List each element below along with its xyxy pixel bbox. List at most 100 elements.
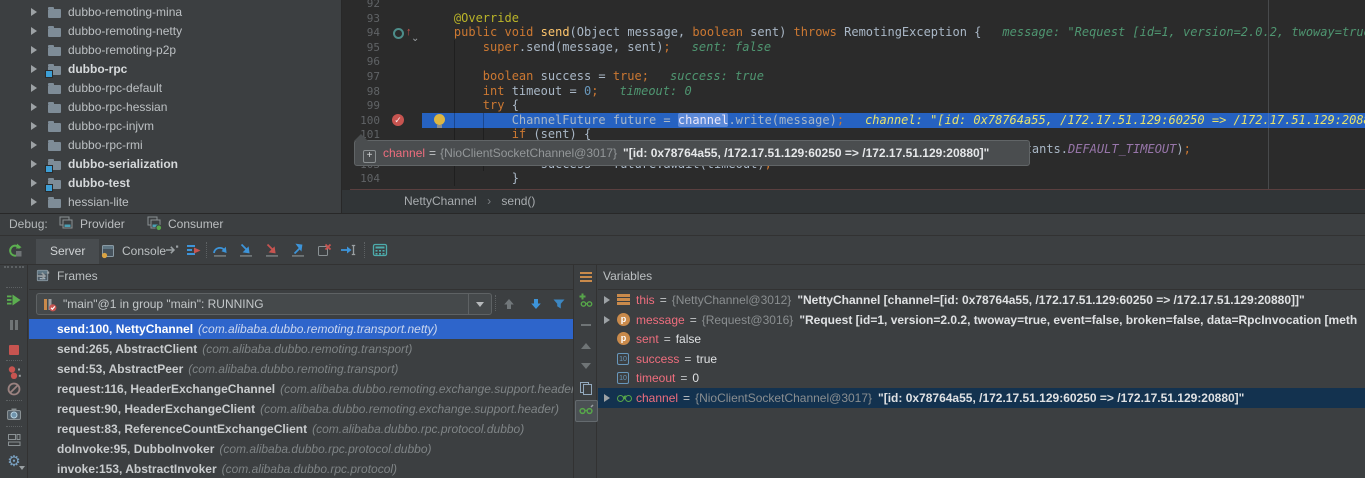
code-editor[interactable]: 9293 @Override94↑ public void send(Objec… (342, 0, 1365, 213)
show-execution-point-icon[interactable] (186, 242, 202, 258)
stack-frame-row[interactable]: send:53, AbstractPeer(com.alibaba.dubbo.… (29, 359, 573, 379)
thread-dump-icon[interactable] (6, 406, 22, 422)
project-tree[interactable]: dubbo-remoting-minadubbo-remoting-nettyd… (0, 0, 342, 213)
line-number[interactable]: 100 (342, 113, 380, 128)
stack-frame-row[interactable]: send:265, AbstractClient(com.alibaba.dub… (29, 339, 573, 359)
step-out-icon[interactable] (290, 242, 306, 258)
expand-arrow-icon[interactable] (604, 394, 610, 402)
step-into-icon[interactable] (238, 242, 254, 258)
expand-arrow-icon[interactable] (604, 316, 610, 324)
tab-provider[interactable]: Provider (58, 215, 125, 235)
chevron-right-icon[interactable] (31, 84, 37, 92)
restore-layout-icon[interactable] (6, 432, 22, 448)
menu-icon[interactable] (578, 269, 594, 285)
stack-frame-row[interactable]: invoke:153, AbstractInvoker(com.alibaba.… (29, 459, 573, 478)
project-tree-item[interactable]: hessian-lite (0, 193, 341, 212)
variable-row[interactable]: channel={NioClientSocketChannel@3017}"[i… (598, 388, 1365, 408)
tab-console[interactable]: Console (100, 239, 166, 264)
project-tree-item[interactable]: dubbo-remoting-p2p (0, 41, 341, 60)
code-text: boolean success = true;success: true (425, 69, 764, 84)
tab-server[interactable]: Server (36, 239, 99, 264)
variable-row[interactable]: this={NettyChannel@3012}"NettyChannel [c… (598, 290, 1365, 310)
stack-frame-row[interactable]: send:100, NettyChannel(com.alibaba.dubbo… (29, 319, 573, 339)
variable-row[interactable]: message={Request@3016}"Request [id=1, ve… (598, 310, 1365, 330)
variable-row[interactable]: timeout=0 (598, 368, 1365, 388)
resume-icon[interactable] (6, 292, 22, 308)
chevron-right-icon[interactable] (31, 141, 37, 149)
project-tree-item[interactable]: dubbo-remoting-netty (0, 22, 341, 41)
add-watch-icon[interactable] (578, 292, 594, 308)
project-tree-item[interactable]: dubbo-rpc-injvm (0, 117, 341, 136)
line-number[interactable]: 98 (342, 84, 380, 99)
chevron-right-icon[interactable] (31, 122, 37, 130)
run-to-cursor-icon[interactable] (340, 242, 356, 258)
breadcrumb-method[interactable]: send() (501, 194, 535, 208)
evaluate-expression-icon[interactable] (372, 242, 388, 258)
line-number[interactable]: 99 (342, 98, 380, 113)
drag-handle[interactable] (4, 266, 24, 270)
chevron-right-icon[interactable] (31, 8, 37, 16)
line-number[interactable]: 104 (342, 171, 380, 186)
override-marker-icon[interactable] (393, 28, 404, 39)
thread-selector[interactable]: "main"@1 in group "main": RUNNING (36, 293, 492, 315)
chevron-right-icon[interactable] (31, 198, 37, 206)
code-line: 99 try { (342, 98, 1365, 113)
move-up-icon[interactable] (578, 338, 594, 354)
project-tree-item[interactable]: dubbo-test (0, 174, 341, 193)
line-number[interactable]: 95 (342, 40, 380, 55)
view-breakpoints-icon[interactable] (6, 365, 22, 381)
stack-frame-row[interactable]: doInvoke:95, DubboInvoker(com.alibaba.du… (29, 439, 573, 459)
chevron-right-icon[interactable] (31, 179, 37, 187)
stack-frame-row[interactable]: request:90, HeaderExchangeClient(com.ali… (29, 399, 573, 419)
filter-icon[interactable] (551, 296, 567, 312)
line-number[interactable]: 96 (342, 54, 380, 69)
up-arrow-icon[interactable] (501, 296, 517, 312)
variable-row[interactable]: success=true (598, 349, 1365, 369)
move-down-icon[interactable] (578, 358, 594, 374)
rerun-icon[interactable] (7, 242, 23, 258)
remove-watch-icon[interactable] (578, 317, 594, 333)
stop-icon[interactable] (6, 342, 22, 358)
fold-marker-icon[interactable]: ⌄ (411, 33, 419, 44)
drop-frame-icon[interactable] (316, 242, 332, 258)
pause-icon[interactable] (6, 317, 22, 333)
tab-consumer[interactable]: Consumer (146, 215, 223, 235)
copy-stack-icon[interactable] (578, 380, 594, 396)
show-watches-icon[interactable] (578, 402, 594, 418)
chevron-right-icon[interactable] (31, 27, 37, 35)
chevron-right-icon[interactable] (31, 160, 37, 168)
expand-arrow-icon[interactable] (604, 296, 610, 304)
down-arrow-icon[interactable] (528, 296, 544, 312)
chevron-right-icon[interactable] (31, 103, 37, 111)
project-tree-item[interactable]: dubbo-rpc (0, 60, 341, 79)
primitive-icon (617, 372, 629, 384)
tab-provider-label: Provider (80, 217, 125, 231)
project-tree-item[interactable]: dubbo-rpc-default (0, 79, 341, 98)
project-tree-item[interactable]: dubbo-rpc-rmi (0, 136, 341, 155)
mute-breakpoints-icon[interactable] (6, 381, 22, 397)
project-tree-item[interactable]: dubbo-serialization (0, 155, 341, 174)
project-tree-item[interactable]: dubbo-remoting-mina (0, 3, 341, 22)
line-number[interactable]: 94 (342, 25, 380, 40)
breakpoint-icon[interactable]: ✓ (392, 114, 404, 126)
settings-icon[interactable] (6, 454, 22, 470)
show-watches-toggle[interactable] (575, 400, 598, 422)
project-tree-item[interactable]: dubbo-rpc-hessian (0, 98, 341, 117)
project-tree-item-label: dubbo-remoting-p2p (68, 41, 176, 60)
chevron-right-icon[interactable] (31, 46, 37, 54)
chevron-right-icon[interactable] (31, 65, 37, 73)
variable-row[interactable]: sent=false (598, 329, 1365, 349)
stack-frame-row[interactable]: request:116, HeaderExchangeChannel(com.a… (29, 379, 573, 399)
chevron-down-icon[interactable] (468, 294, 491, 314)
force-step-into-icon[interactable] (264, 242, 280, 258)
pin-icon[interactable] (35, 268, 51, 284)
code-token: .write(message) (728, 113, 836, 127)
pin-icon[interactable] (164, 242, 180, 258)
line-number[interactable]: 97 (342, 69, 380, 84)
line-number[interactable]: 93 (342, 11, 380, 26)
step-over-icon[interactable] (212, 242, 228, 258)
expand-icon[interactable]: + (363, 150, 376, 163)
breadcrumb-class[interactable]: NettyChannel (404, 194, 477, 208)
line-number[interactable]: 92 (342, 0, 380, 11)
stack-frame-row[interactable]: request:83, ReferenceCountExchangeClient… (29, 419, 573, 439)
